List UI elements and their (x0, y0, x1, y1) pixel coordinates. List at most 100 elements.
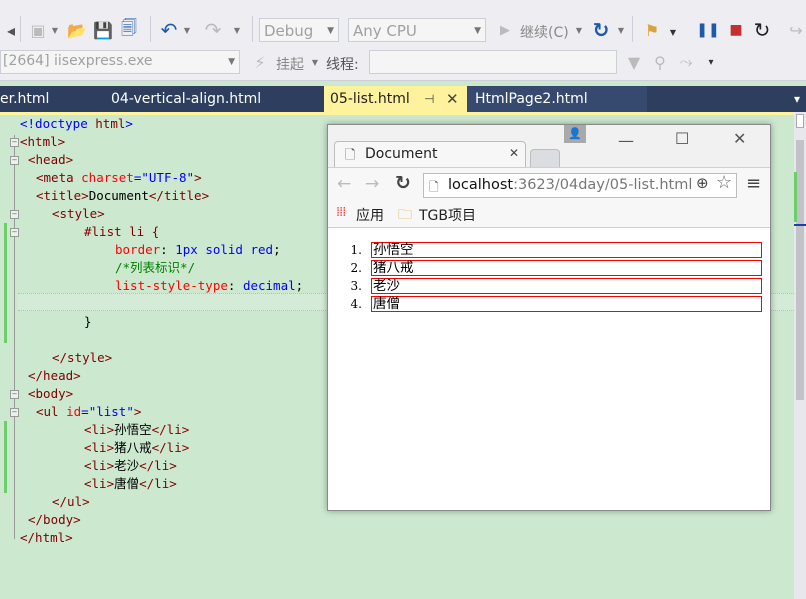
code-token: ; (273, 242, 281, 257)
code-token: 老沙 (114, 458, 140, 473)
bookmark-folder[interactable]: TGB项目 (419, 205, 476, 225)
close-icon[interactable]: ✕ (446, 86, 459, 112)
tab-04-vertical-align[interactable]: 04-vertical-align.html (102, 86, 322, 112)
fold-toggle-icon[interactable]: − (10, 138, 19, 147)
scroll-thumb[interactable] (796, 140, 804, 400)
new-tab-button[interactable] (530, 149, 560, 167)
fold-toggle-icon[interactable]: − (10, 210, 19, 219)
chevron-down-icon[interactable]: ▼ (310, 52, 320, 72)
undo-icon[interactable]: ↶ (158, 18, 180, 42)
code-line: <li>唐僧</li> (84, 475, 177, 493)
tab-htmlpage2[interactable]: HtmlPage2.html (467, 86, 647, 112)
code-token: ; (295, 278, 304, 293)
apps-grid-icon: ⁞⁞⁞ (336, 205, 346, 220)
chevron-down-icon[interactable]: ▼ (668, 22, 678, 42)
show-next-icon[interactable]: ↪ (786, 18, 806, 42)
code-token: </head> (28, 368, 81, 383)
process-dropdown[interactable]: [2664] iisexpress.exe ▼ (0, 50, 240, 74)
filter-icon[interactable]: ▼ (624, 52, 644, 72)
chevron-down-icon: ▼ (228, 57, 235, 67)
browser-tab[interactable]: 🗋 Document ✕ (334, 141, 526, 167)
continue-button[interactable]: 继续(C) (520, 22, 569, 42)
code-line: <ul id="list"> (36, 403, 141, 421)
zoom-icon[interactable]: ⊕ (696, 174, 709, 192)
chevron-down-icon[interactable]: ▼ (616, 18, 626, 42)
fold-toggle-icon[interactable]: − (10, 228, 19, 237)
bookmark-apps[interactable]: 应用 (356, 205, 384, 225)
browser-window[interactable]: 👤 — ☐ ✕ 🗋 Document ✕ ← → ↻ 🗋 localhost:3… (327, 124, 771, 511)
maximize-icon[interactable]: ☐ (675, 129, 689, 148)
overflow-icon[interactable]: ▾ (704, 52, 718, 72)
code-token: decimal (242, 278, 296, 293)
tab-label: 04-vertical-align.html (111, 91, 262, 107)
pause-icon[interactable]: ❚❚ (696, 18, 719, 42)
code-line: <li>孙悟空</li> (84, 421, 189, 439)
window-close-icon[interactable]: ✕ (733, 129, 746, 148)
code-token: </li> (151, 440, 190, 455)
browser-link-icon[interactable]: ⚑ (640, 16, 664, 44)
thread-dropdown[interactable] (369, 50, 617, 74)
nav-back-icon[interactable]: ◂ (2, 18, 20, 42)
fold-toggle-icon[interactable]: − (10, 156, 19, 165)
browser-navbar: ← → ↻ 🗋 localhost:3623/04day/05-list.htm… (328, 167, 770, 202)
address-bar[interactable]: 🗋 localhost:3623/04day/05-list.html (423, 173, 737, 198)
tab-er-html[interactable]: er.html (0, 86, 100, 112)
code-token: <li> (84, 422, 115, 437)
save-all-icon[interactable]: 🗐 (118, 18, 140, 42)
code-token: list-style-type (115, 278, 228, 293)
chevron-down-icon: ▼ (327, 26, 334, 36)
tab-label: er.html (0, 91, 50, 107)
stack-frame-icon[interactable]: ⤳ (676, 52, 696, 72)
editor-scrollbar[interactable] (794, 112, 806, 599)
code-token: > (133, 404, 142, 419)
code-line: <html> (20, 133, 65, 151)
flag-filter-icon[interactable]: ⚲ (650, 52, 670, 72)
tab-close-icon[interactable]: ✕ (509, 146, 519, 160)
profile-icon[interactable]: 👤 (564, 125, 586, 143)
code-token: > (125, 116, 133, 131)
list-marker: 2. (350, 261, 362, 275)
save-icon[interactable]: 💾 (92, 18, 114, 42)
caret-marker (794, 224, 806, 226)
refresh-icon[interactable]: ↻ (590, 18, 612, 42)
back-arrow-icon[interactable]: ← (337, 174, 351, 194)
tab-label: HtmlPage2.html (475, 91, 588, 107)
config-dropdown[interactable]: Debug ▼ (259, 18, 339, 42)
pin-icon[interactable]: ⊣ (424, 86, 434, 112)
minimize-icon[interactable]: — (618, 131, 634, 150)
forward-arrow-icon[interactable]: → (365, 174, 379, 194)
document-tab-bar: er.html 04-vertical-align.html 05-list.h… (0, 86, 806, 112)
lifecycle-icon[interactable]: ⚡ (250, 52, 270, 72)
menu-icon[interactable]: ≡ (746, 173, 761, 194)
restart-icon[interactable]: ↻ (750, 18, 774, 42)
open-folder-icon[interactable]: 📂 (66, 18, 88, 42)
chevron-down-icon[interactable]: ▼ (574, 18, 584, 42)
chevron-down-icon[interactable]: ▼ (50, 18, 60, 42)
chevron-down-icon[interactable]: ▼ (182, 18, 192, 42)
fold-toggle-icon[interactable]: − (10, 408, 19, 417)
play-icon[interactable]: ▶ (496, 18, 514, 42)
new-item-icon[interactable]: ▣ (28, 18, 48, 42)
stop-icon[interactable]: ■ (726, 18, 746, 42)
tab-05-list[interactable]: 05-list.html ⊣ ✕ (324, 86, 467, 112)
code-token: /*列表标识*/ (115, 260, 196, 275)
platform-dropdown[interactable]: Any CPU ▼ (348, 18, 486, 42)
split-handle[interactable] (796, 114, 804, 128)
code-line: #list li { (84, 223, 159, 241)
thread-label: 线程: (326, 57, 359, 73)
code-line: } (84, 313, 92, 331)
redo-icon[interactable]: ↷ (202, 18, 224, 42)
code-token: 孙悟空 (114, 422, 152, 437)
chevron-down-icon[interactable]: ▼ (232, 18, 242, 42)
code-line: <head> (28, 151, 73, 169)
reload-icon[interactable]: ↻ (395, 172, 411, 194)
tab-overflow-icon[interactable]: ▾ (794, 92, 806, 106)
browser-titlebar: 👤 — ☐ ✕ 🗋 Document ✕ (328, 125, 770, 167)
code-line: <!doctype html> (20, 115, 133, 133)
code-line: border: 1px solid red; (115, 241, 281, 259)
fold-toggle-icon[interactable]: − (10, 390, 19, 399)
page-icon: 🗋 (429, 180, 439, 194)
bookmark-star-icon[interactable]: ☆ (716, 172, 732, 193)
bookmarks-bar: ⁞⁞⁞ 应用 🗀 TGB项目 (328, 201, 770, 228)
suspend-button[interactable]: 挂起 (276, 54, 304, 74)
